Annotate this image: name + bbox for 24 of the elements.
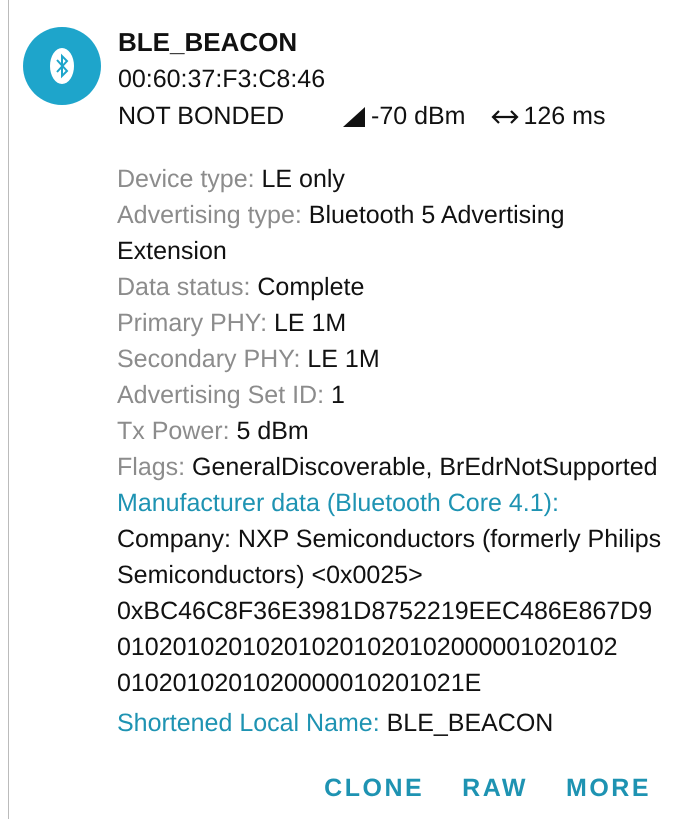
action-button[interactable]: RAW	[448, 768, 542, 809]
detail-line: Tx Power: 5 dBm	[117, 416, 310, 447]
device-address: 00:60:37:F3:C8:46	[118, 64, 326, 95]
signal-icon	[343, 106, 365, 126]
section-text: Company: NXP Semiconductors (formerly Philips Semiconductors) <0x0025>	[117, 524, 662, 591]
double-arrow-icon	[491, 108, 520, 126]
section-text: 0102010201020000010201021E	[117, 668, 482, 699]
detail-line: Device type: LE only	[117, 164, 346, 195]
detail-line: Advertising Set ID: 1	[117, 380, 346, 411]
detail-line: Advertising type: Bluetooth 5 Advertising Extension	[117, 200, 566, 267]
detail-line: Shortened Local Name: BLE_BEACON	[117, 708, 554, 739]
advertising-interval: 126 ms	[523, 101, 606, 132]
detail-line: Secondary PHY: LE 1M	[117, 344, 381, 375]
signal-strength: -70 dBm	[371, 101, 466, 132]
section-text: 010201020102010201020102000001020102	[117, 632, 619, 663]
section-heading: Manufacturer data (Bluetooth Core 4.1):	[117, 488, 560, 519]
detail-line: Flags: GeneralDiscoverable, BrEdrNotSupported	[117, 452, 659, 483]
bond-status: NOT BONDED	[118, 101, 286, 132]
detail-line: Data status: Complete	[117, 272, 366, 303]
detail-line: Primary PHY: LE 1M	[117, 308, 348, 339]
action-button[interactable]: MORE	[552, 768, 665, 809]
device-name: BLE_BEACON	[118, 26, 298, 59]
section-text: 0xBC46C8F36E3981D8752219EEC486E867D9	[117, 596, 654, 627]
action-button[interactable]: CLONE	[310, 768, 438, 809]
